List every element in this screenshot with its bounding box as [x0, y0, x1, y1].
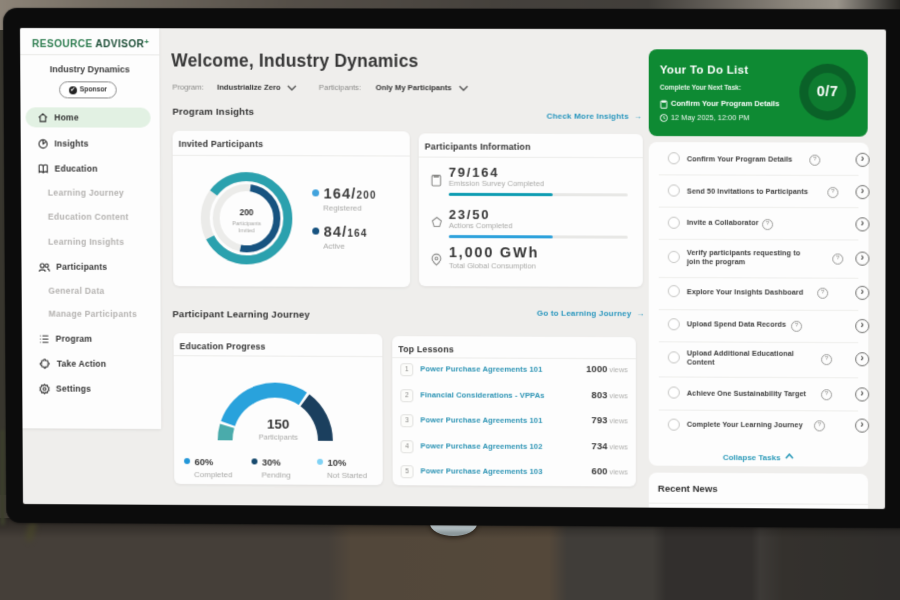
svg-text:Participants: Participants [232, 221, 261, 227]
svg-text:Invited: Invited [238, 228, 254, 234]
svg-text:200: 200 [239, 207, 253, 217]
